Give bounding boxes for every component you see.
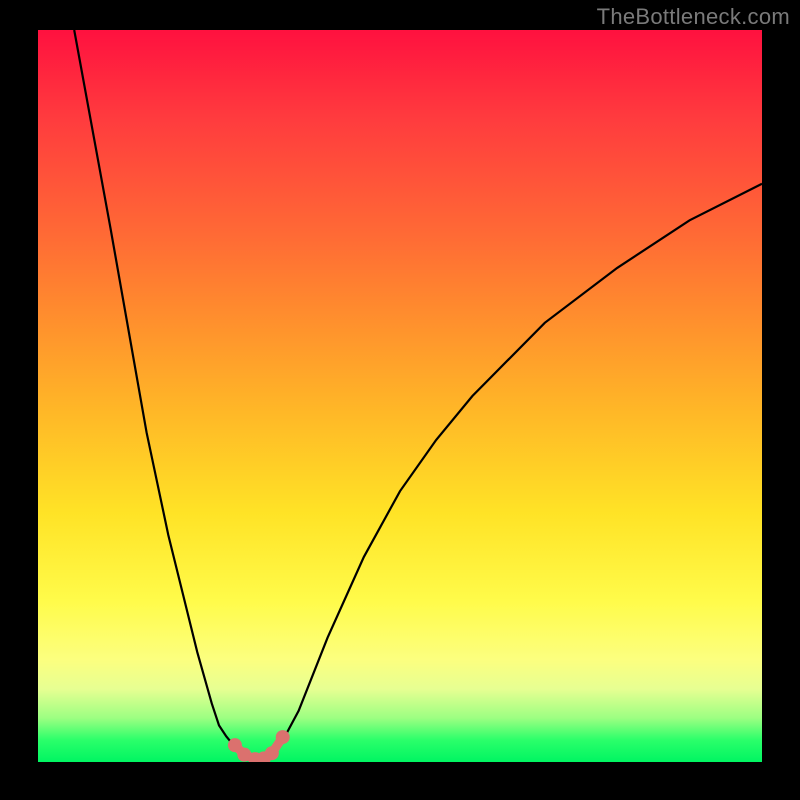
curve-left-branch <box>74 30 248 758</box>
chart-svg <box>38 30 762 762</box>
bottom-black-bar <box>38 762 762 800</box>
marker-point <box>276 730 290 744</box>
marker-point <box>265 746 279 760</box>
chart-frame: TheBottleneck.com <box>0 0 800 800</box>
watermark-text: TheBottleneck.com <box>597 4 790 30</box>
curve-right-branch <box>270 184 762 758</box>
